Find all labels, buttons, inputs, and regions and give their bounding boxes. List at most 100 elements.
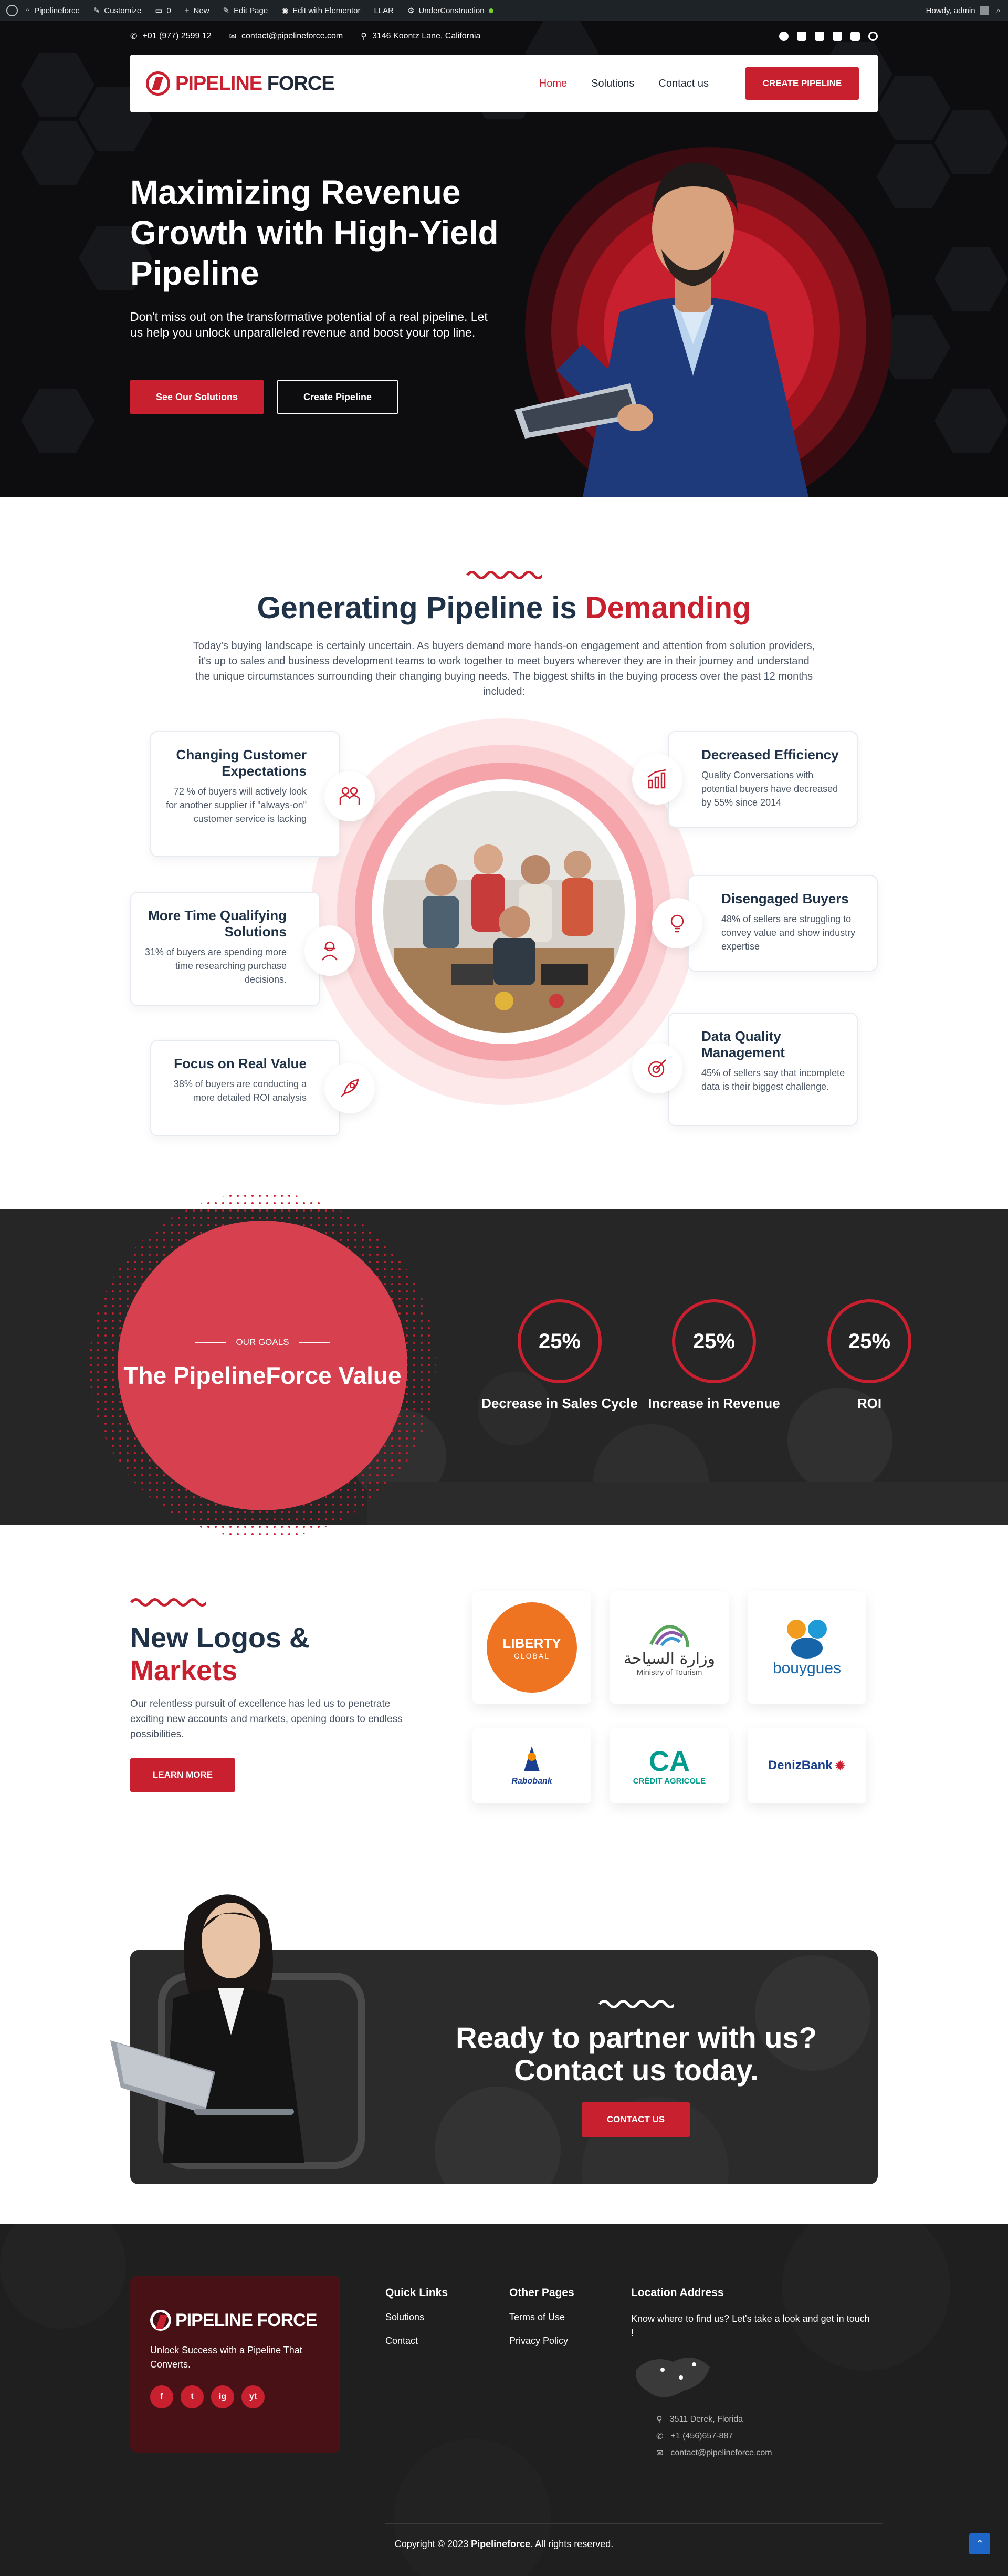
- instagram-icon[interactable]: ig: [211, 2385, 234, 2408]
- people-icon: [324, 771, 375, 821]
- youtube-icon[interactable]: [815, 32, 824, 41]
- wave-decoration-icon: [130, 1598, 206, 1607]
- admin-account-link[interactable]: Howdy, admin: [926, 6, 989, 15]
- footer-brand-card: PIPELINE FORCE Unlock Success with a Pip…: [130, 2276, 340, 2453]
- contact-us-button[interactable]: CONTACT US: [582, 2102, 690, 2137]
- footer-address: ⚲ 3511 Derek, Florida: [656, 2415, 743, 2424]
- logo-card-liberty: LIBERTY GLOBAL: [472, 1591, 591, 1704]
- card-data-quality: Data Quality Management 45% of sellers sa…: [668, 1013, 858, 1126]
- see-solutions-button[interactable]: See Our Solutions: [130, 380, 264, 414]
- stat-label-sales-cycle: Decrease in Sales Cycle: [481, 1395, 638, 1411]
- search-icon[interactable]: [868, 32, 878, 41]
- card-more-time-qualifying: More Time Qualifying Solutions 31% of buy…: [130, 892, 320, 1006]
- logo-text-part2: FORCE: [267, 72, 335, 95]
- nav-item-contact[interactable]: Contact us: [658, 78, 709, 90]
- chart-icon: [632, 754, 682, 805]
- value-eyebrow: OUR GOALS: [236, 1337, 289, 1347]
- linkedin-icon[interactable]: [850, 32, 860, 41]
- logos-title: New Logos & Markets: [130, 1622, 310, 1686]
- phone-info[interactable]: ✆ +01 (977) 2599 12: [130, 31, 212, 41]
- footer-link-privacy[interactable]: Privacy Policy: [509, 2335, 574, 2346]
- businessman-image: [514, 162, 808, 497]
- gear-icon: ⚙: [407, 6, 415, 15]
- footer-link-terms[interactable]: Terms of Use: [509, 2312, 574, 2323]
- value-title: The PipelineForce Value: [123, 1362, 402, 1389]
- facebook-icon[interactable]: f: [150, 2385, 173, 2408]
- learn-more-button[interactable]: LEARN MORE: [130, 1758, 235, 1792]
- mail-icon: ✉: [229, 32, 237, 41]
- admin-elementor-link[interactable]: ◉ Edit with Elementor: [281, 6, 360, 16]
- admin-customize-link[interactable]: ✎ Customize: [93, 6, 141, 16]
- create-pipeline-button[interactable]: CREATE PIPELINE: [746, 67, 859, 100]
- phone-icon: ✆: [130, 32, 138, 41]
- footer-social: f t ig yt: [150, 2385, 340, 2408]
- generating-title: Generating Pipeline is Demanding: [257, 591, 751, 625]
- comment-icon: ▭: [155, 6, 163, 15]
- generating-intro: Today's buying landscape is certainly un…: [193, 640, 815, 697]
- card-focus-real-value: Focus on Real Value 38% of buyers are con…: [150, 1040, 340, 1136]
- twitter-icon[interactable]: t: [181, 2385, 204, 2408]
- logo-card-bouygues: bouygues: [748, 1591, 866, 1704]
- admin-comments-link[interactable]: ▭ 0: [155, 6, 171, 16]
- footer-tagline: Unlock Success with a Pipeline That Conv…: [150, 2345, 302, 2370]
- plus-icon: +: [184, 6, 190, 15]
- status-dot: [488, 8, 494, 13]
- card-disengaged-buyers: Disengaged Buyers 48% of sellers are stru…: [688, 875, 878, 972]
- instagram-icon[interactable]: [833, 32, 842, 41]
- stat-sales-cycle: 25%: [518, 1299, 602, 1383]
- footer-logo[interactable]: PIPELINE FORCE: [150, 2310, 340, 2331]
- person-search-icon: [304, 925, 355, 976]
- card-changing-expectations: Changing Customer Expectations 72 % of bu…: [150, 731, 340, 857]
- site-logo[interactable]: PIPELINE FORCE: [146, 71, 335, 96]
- wordpress-icon[interactable]: [6, 5, 18, 16]
- logo-mark-icon: [146, 71, 170, 96]
- pencil-icon: ✎: [93, 6, 100, 15]
- quick-links: Quick Links Solutions Contact: [385, 2287, 448, 2346]
- cta-title: Ready to partner with us? Contact us tod…: [456, 2021, 817, 2087]
- top-social-icons: [779, 32, 878, 41]
- pencil-icon: ✎: [223, 6, 230, 15]
- nav-item-solutions[interactable]: Solutions: [591, 78, 634, 90]
- ministry-logo-mark: [649, 1625, 689, 1647]
- location-pin-icon: ⚲: [656, 2415, 663, 2424]
- admin-site-link[interactable]: ⌂ Pipelineforce: [25, 6, 80, 15]
- businesswoman-image: [110, 1894, 304, 2163]
- admin-new-link[interactable]: + New: [185, 6, 209, 15]
- wave-decoration-icon: [598, 2000, 674, 2008]
- target-icon: [632, 1043, 682, 1093]
- other-pages: Other Pages Terms of Use Privacy Policy: [509, 2287, 574, 2346]
- footer-link-contact[interactable]: Contact: [385, 2335, 448, 2346]
- admin-edit-page-link[interactable]: ✎ Edit Page: [223, 6, 268, 16]
- scroll-top-button[interactable]: ⌃: [969, 2533, 990, 2554]
- create-pipeline-hero-button[interactable]: Create Pipeline: [277, 380, 398, 414]
- logo-card-denizbank: DenizBank ✹: [748, 1728, 866, 1803]
- footer-phone[interactable]: ✆ +1 (456)657-887: [631, 2431, 883, 2442]
- elementor-icon: ◉: [281, 6, 289, 15]
- admin-underconstruction-link[interactable]: ⚙ UnderConstruction: [407, 6, 494, 15]
- twitter-icon[interactable]: [797, 32, 806, 41]
- nav-item-home[interactable]: Home: [539, 78, 567, 90]
- logo-card-ministry: وزارة السياحة Ministry of Tourism: [610, 1591, 729, 1704]
- youtube-icon[interactable]: yt: [242, 2385, 265, 2408]
- stat-revenue: 25%: [672, 1299, 756, 1383]
- phone-icon: ✆: [656, 2432, 664, 2441]
- logo-card-rabobank: Rabobank: [472, 1728, 591, 1803]
- denizbank-star-icon: ✹: [834, 1757, 846, 1774]
- liberty-logo: LIBERTY GLOBAL: [487, 1602, 577, 1693]
- stat-roi: 25%: [827, 1299, 911, 1383]
- facebook-icon[interactable]: [779, 32, 789, 41]
- footer-email[interactable]: ✉ contact@pipelineforce.com: [631, 2448, 883, 2458]
- hero-title: Maximizing Revenue Growth with High-Yiel…: [130, 173, 499, 292]
- world-map-icon: [636, 2358, 710, 2397]
- email-info[interactable]: ✉ contact@pipelineforce.com: [229, 31, 343, 41]
- bouygues-logo-mark: [787, 1620, 827, 1659]
- footer-link-solutions[interactable]: Solutions: [385, 2312, 448, 2323]
- admin-llar-link[interactable]: LLAR: [374, 6, 394, 15]
- bulb-icon: [652, 898, 702, 948]
- nav-menu: Home Solutions Contact us CREATE PIPELIN…: [515, 67, 878, 100]
- home-icon: ⌂: [25, 6, 30, 15]
- location-block: Location Address Know where to find us? …: [631, 2287, 883, 2458]
- admin-search-icon[interactable]: ⌕: [996, 6, 1001, 15]
- copyright: Copyright © 2023 Pipelineforce. All righ…: [394, 2539, 614, 2549]
- mail-icon: ✉: [656, 2449, 664, 2458]
